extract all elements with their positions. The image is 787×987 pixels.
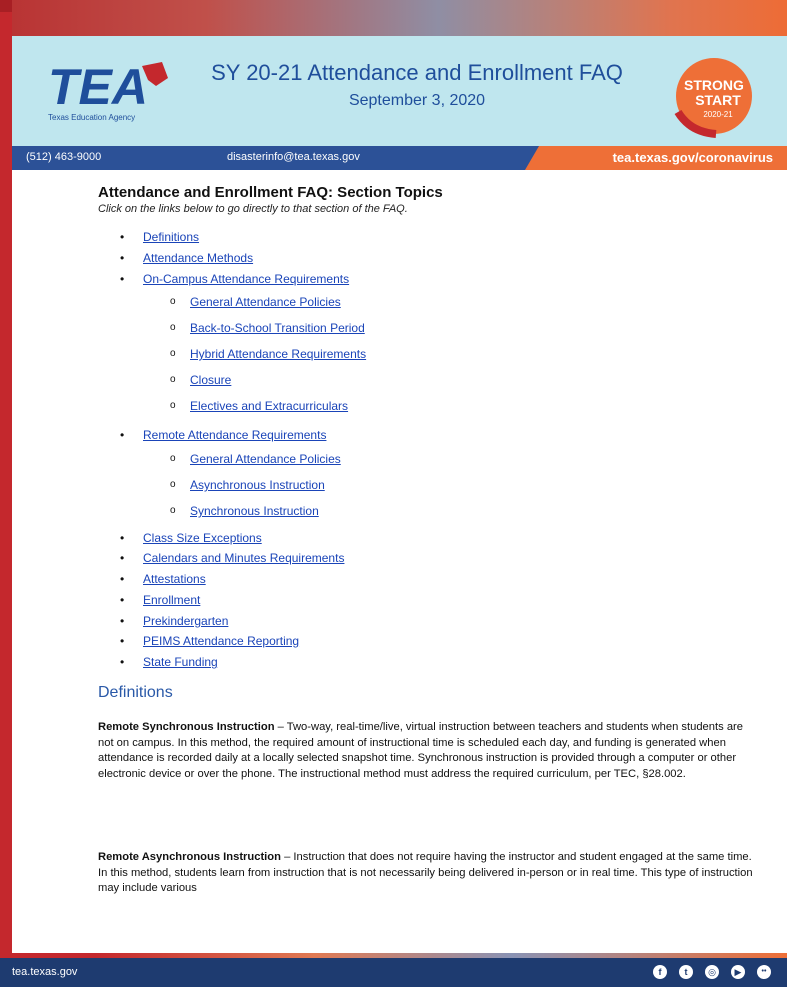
flickr-icon[interactable]: •• [757,965,771,979]
badge-line1: STRONG [684,77,744,93]
sub-bullet-icon: o [170,322,176,333]
sub-bullet-icon: o [170,479,176,490]
toc-section: Attendance and Enrollment FAQ: Section T… [98,184,758,215]
badge-line2: START [695,92,741,108]
bullet-icon: • [120,531,125,545]
badge-line3: 2020-21 [703,110,733,119]
bullet-icon: • [120,572,125,586]
toc-link-calendars[interactable]: Calendars and Minutes Requirements [143,551,344,565]
bullet-icon: • [120,251,125,265]
toc-link-synchronous[interactable]: Synchronous Instruction [190,504,319,518]
tea-logo: TEA Texas Education Agency [44,58,184,124]
toc-link-state-funding[interactable]: State Funding [143,655,218,669]
bullet-icon: • [120,593,125,607]
toc-link-electives[interactable]: Electives and Extracurriculars [190,399,348,413]
sub-bullet-icon: o [170,400,176,411]
contact-phone: (512) 463-9000 [26,151,102,163]
toc-title: Attendance and Enrollment FAQ: Section T… [98,184,443,201]
top-gradient-band [12,0,787,36]
document-header: TEA Texas Education Agency SY 20-21 Atte… [12,36,787,146]
definitions-heading: Definitions [98,684,173,701]
toc-link-closure[interactable]: Closure [190,373,231,387]
bullet-icon: • [120,655,125,669]
toc-link-definitions[interactable]: Definitions [143,230,199,244]
sub-bullet-icon: o [170,453,176,464]
sub-bullet-icon: o [170,296,176,307]
toc-link-peims[interactable]: PEIMS Attendance Reporting [143,634,299,648]
toc-link-remote[interactable]: Remote Attendance Requirements [143,428,326,442]
definition-term: Remote Asynchronous Instruction [98,851,281,863]
coronavirus-web-label: tea.texas.gov/coronavirus [612,150,773,165]
sub-bullet-icon: o [170,374,176,385]
sub-bullet-icon: o [170,348,176,359]
contact-bar: (512) 463-9000 disasterinfo@tea.texas.go… [12,146,787,170]
strong-start-badge: STRONG START 2020-21 [660,52,760,138]
toc-link-back-to-school[interactable]: Back-to-School Transition Period [190,321,365,335]
toc-link-attendance-methods[interactable]: Attendance Methods [143,251,253,265]
facebook-icon[interactable]: f [653,965,667,979]
bullet-icon: • [120,272,125,286]
instagram-icon[interactable]: ◎ [705,965,719,979]
toc-link-hybrid[interactable]: Hybrid Attendance Requirements [190,347,366,361]
toc-link-prekindergarten[interactable]: Prekindergarten [143,614,228,628]
twitter-icon[interactable]: t [679,965,693,979]
footer-site-link[interactable]: tea.texas.gov [12,966,77,978]
left-brand-bar [0,0,12,987]
page-footer: tea.texas.gov f t ◎ ▶ •• [0,958,787,987]
definition-asynchronous: Remote Asynchronous Instruction – Instru… [98,850,758,897]
logo-text: TEA [48,59,148,115]
bullet-icon: • [120,551,125,565]
bullet-icon: • [120,614,125,628]
toc-subtitle: Click on the links below to go directly … [98,203,408,215]
toc-link-general-policies-campus[interactable]: General Attendance Policies [190,295,341,309]
toc-link-attestations[interactable]: Attestations [143,572,206,586]
toc-link-general-policies-remote[interactable]: General Attendance Policies [190,452,341,466]
toc-link-enrollment[interactable]: Enrollment [143,593,200,607]
toc-link-class-size[interactable]: Class Size Exceptions [143,531,262,545]
definition-synchronous: Remote Synchronous Instruction – Two-way… [98,720,758,783]
bullet-icon: • [120,428,125,442]
document-date: September 3, 2020 [348,92,486,109]
coronavirus-web-link[interactable]: tea.texas.gov/coronavirus [525,146,787,170]
bullet-icon: • [120,634,125,648]
sub-bullet-icon: o [170,505,176,516]
logo-subtext: Texas Education Agency [48,113,135,122]
document-title: SY 20-21 Attendance and Enrollment FAQ [211,60,623,85]
youtube-icon[interactable]: ▶ [731,965,745,979]
toc-link-asynchronous[interactable]: Asynchronous Instruction [190,478,325,492]
bullet-icon: • [120,230,125,244]
contact-email-link[interactable]: disasterinfo@tea.texas.gov [227,151,360,163]
definition-term: Remote Synchronous Instruction [98,721,275,733]
toc-link-on-campus[interactable]: On-Campus Attendance Requirements [143,272,349,286]
